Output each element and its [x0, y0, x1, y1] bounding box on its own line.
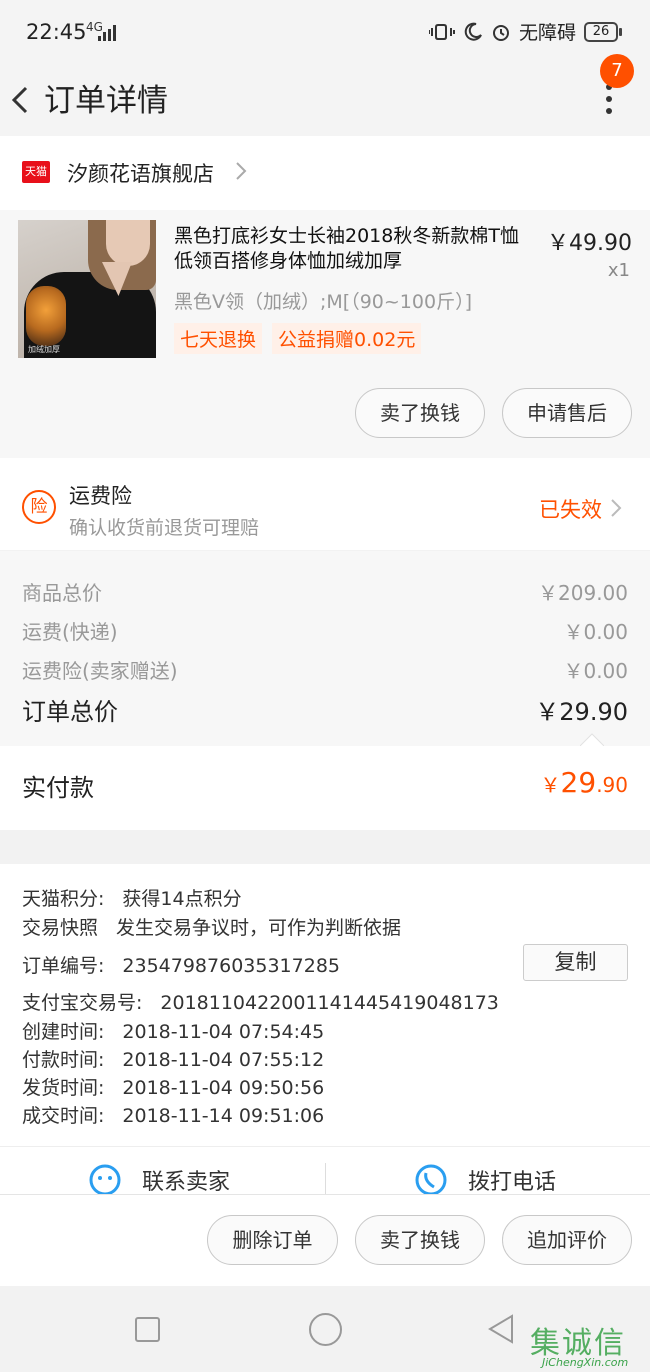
- chevron-right-icon: [236, 162, 247, 180]
- back-triangle-icon[interactable]: [486, 1312, 516, 1346]
- divider: [325, 1163, 326, 1194]
- call-label: 拨打电话: [468, 1170, 557, 1194]
- info-key[interactable]: 交易快照: [22, 913, 98, 940]
- battery-icon: 26: [584, 21, 622, 42]
- phone-icon: [415, 1164, 447, 1194]
- paid-currency: ￥: [540, 773, 561, 797]
- nav-bar: 订单详情 7: [0, 54, 650, 136]
- insurance-icon: 险: [22, 490, 56, 524]
- moon-icon: [464, 22, 482, 41]
- more-menu-button[interactable]: [604, 84, 614, 120]
- product-thumbnail[interactable]: 加绒加厚: [18, 220, 156, 358]
- product-quantity: x1: [607, 260, 630, 281]
- after-sales-button[interactable]: 申请售后: [502, 388, 632, 438]
- vibrate-icon: [428, 23, 455, 40]
- info-key: 天猫积分:: [22, 888, 105, 910]
- back-icon[interactable]: [6, 74, 36, 126]
- price-summary: 商品总价 ￥209.00 运费(快递) ￥0.00 运费险(卖家赠送) ￥0.0…: [0, 551, 650, 746]
- sell-for-cash-button[interactable]: 卖了换钱: [355, 1215, 485, 1265]
- watermark: 集诚信 JiChengXin.com: [530, 1318, 646, 1372]
- info-paid-time: 付款时间: 2018-11-04 07:55:12: [22, 1045, 324, 1072]
- insurance-title: 运费险: [69, 484, 132, 508]
- product-title[interactable]: 黑色打底衫女士长袖2018秋冬新款棉T恤低领百搭修身体恤加绒加厚: [174, 224, 536, 274]
- total-value: ￥29.90: [535, 698, 628, 726]
- contact-row: 联系卖家 拨打电话: [0, 1146, 650, 1194]
- status-icons: 无障碍 26: [428, 18, 622, 45]
- delete-order-button[interactable]: 删除订单: [207, 1215, 338, 1265]
- battery-level: 26: [584, 21, 618, 42]
- info-created-time: 创建时间: 2018-11-04 07:54:45: [22, 1017, 324, 1044]
- shipping-insurance-row[interactable]: 险 运费险 确认收货前退货可理赔 已失效: [0, 458, 650, 550]
- caret-up-icon: [580, 733, 604, 746]
- paid-decimal: .90: [596, 773, 628, 797]
- product-sku: 黑色V领（加绒）;M[（90~100斤）]: [174, 291, 472, 313]
- price-value: ￥0.00: [563, 620, 628, 644]
- price-label: 运费险(卖家赠送): [22, 659, 178, 683]
- thumbnail-caption: 加绒加厚: [28, 345, 60, 354]
- info-order-number: 订单编号: 235479876035317285: [22, 951, 340, 978]
- info-value: 获得14点积分: [122, 888, 242, 910]
- actual-payment: 实付款 ￥29.90: [0, 746, 650, 830]
- paid-label: 实付款: [22, 774, 94, 802]
- shop-row[interactable]: 天猫 汐颜花语旗舰店: [0, 136, 650, 210]
- price-value: ￥209.00: [538, 581, 628, 605]
- copy-button[interactable]: 复制: [523, 944, 628, 981]
- chat-icon: [89, 1164, 121, 1194]
- tmall-logo: 天猫: [22, 161, 50, 183]
- info-value: 发生交易争议时，可作为判断依据: [116, 917, 402, 939]
- product-tags: 七天退换 公益捐赠0.02元: [174, 323, 422, 354]
- info-key: 付款时间:: [22, 1049, 105, 1071]
- alarm-icon: [492, 24, 509, 41]
- add-review-button[interactable]: 追加评价: [502, 1215, 632, 1265]
- info-completed-time: 成交时间: 2018-11-14 09:51:06: [22, 1101, 324, 1128]
- bottom-action-bar: 删除订单 卖了换钱 追加评价: [0, 1194, 650, 1286]
- tag-return: 七天退换: [174, 323, 263, 354]
- accessibility-label: 无障碍: [518, 22, 576, 44]
- shop-name[interactable]: 汐颜花语旗舰店: [67, 158, 214, 188]
- info-key: 发货时间:: [22, 1077, 105, 1099]
- recent-apps-icon[interactable]: [135, 1317, 160, 1342]
- info-value: 2018-11-14 09:51:06: [122, 1105, 325, 1127]
- info-alipay-number: 支付宝交易号: 2018110422001141445419048173: [22, 988, 499, 1015]
- insurance-desc: 确认收货前退货可理赔: [69, 517, 260, 539]
- info-key: 成交时间:: [22, 1105, 105, 1127]
- status-bar: 22:45 4G 无障碍 26: [0, 0, 650, 66]
- page-title: 订单详情: [44, 83, 168, 119]
- info-value: 2018-11-04 07:54:45: [122, 1021, 325, 1043]
- price-label: 商品总价: [22, 581, 102, 605]
- signal-icon: [98, 25, 120, 41]
- info-shipped-time: 发货时间: 2018-11-04 09:50:56: [22, 1073, 324, 1100]
- total-label: 订单总价: [22, 698, 118, 726]
- info-value: 235479876035317285: [122, 955, 340, 977]
- info-points: 天猫积分: 获得14点积分: [22, 884, 242, 911]
- contact-seller-button[interactable]: 联系卖家: [88, 1163, 230, 1194]
- info-value: 2018110422001141445419048173: [160, 992, 499, 1014]
- price-label: 运费(快递): [22, 620, 118, 644]
- product-item[interactable]: 加绒加厚 黑色打底衫女士长袖2018秋冬新款棉T恤低领百搭修身体恤加绒加厚 ￥4…: [0, 210, 650, 458]
- insurance-status[interactable]: 已失效: [539, 494, 602, 524]
- product-price: ￥49.90: [547, 231, 632, 256]
- status-time: 22:45: [26, 20, 87, 44]
- chevron-right-icon: [611, 499, 622, 517]
- info-key: 创建时间:: [22, 1021, 105, 1043]
- paid-integer: 29: [560, 766, 597, 799]
- info-key: 订单编号:: [22, 955, 105, 977]
- paid-amount: ￥29.90: [541, 766, 628, 799]
- message-badge: 7: [600, 54, 634, 88]
- watermark-url: JiChengXin.com: [542, 1356, 629, 1369]
- info-snapshot[interactable]: 交易快照 发生交易争议时，可作为判断依据: [22, 913, 401, 940]
- order-info: 天猫积分: 获得14点积分 交易快照 发生交易争议时，可作为判断依据 订单编号: 23…: [0, 864, 650, 1146]
- info-key: 支付宝交易号:: [22, 992, 143, 1014]
- info-value: 2018-11-04 07:55:12: [122, 1049, 325, 1071]
- price-value: ￥0.00: [563, 659, 628, 683]
- call-button[interactable]: 拨打电话: [414, 1163, 556, 1194]
- sell-for-cash-button[interactable]: 卖了换钱: [355, 388, 485, 438]
- home-icon[interactable]: [309, 1313, 342, 1346]
- info-value: 2018-11-04 09:50:56: [122, 1077, 325, 1099]
- tag-donation: 公益捐赠0.02元: [272, 323, 422, 354]
- contact-seller-label: 联系卖家: [142, 1170, 231, 1194]
